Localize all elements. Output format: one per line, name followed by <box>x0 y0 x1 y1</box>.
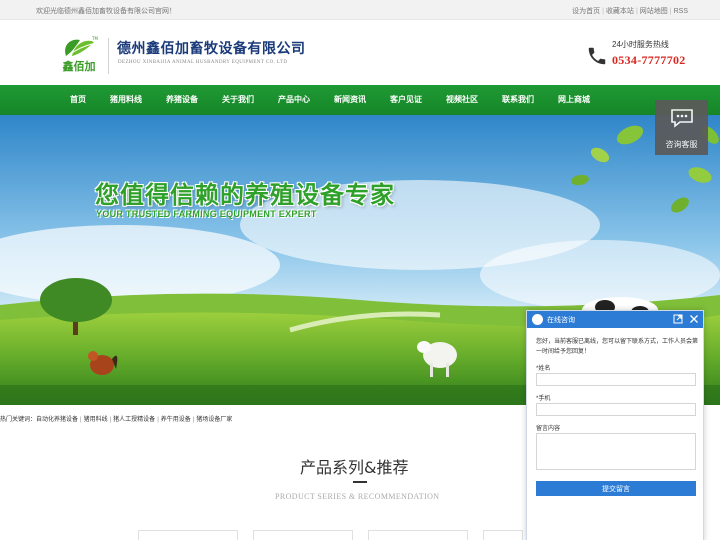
hot-keyword-link[interactable]: 自动化养猪设备 <box>36 417 78 423</box>
expand-icon[interactable] <box>673 314 683 324</box>
company-name-en: DEZHOU XINBAIJIA ANIMAL HUSBANDRY EQUIPM… <box>118 60 288 65</box>
banner-slogan: 您值得信赖的养殖设备专家 <box>95 181 395 209</box>
hot-keyword-link[interactable]: 猪用料线 <box>84 417 108 423</box>
chat-avatar-icon <box>532 314 543 325</box>
hot-keyword-link[interactable]: 养牛用设备 <box>161 417 191 423</box>
company-name: 德州鑫佰加畜牧设备有限公司 <box>117 41 306 57</box>
product-card[interactable] <box>253 530 353 540</box>
nav-about-us[interactable]: 关于我们 <box>214 85 262 115</box>
consult-label: 咨询客服 <box>665 140 698 149</box>
separator: | <box>157 417 159 423</box>
header: TM 鑫佰加 德州鑫佰加畜牧设备有限公司 DEZHOU XINBAIJIA AN… <box>0 20 720 84</box>
main-nav: 首页 猪用料线 养猪设备 关于我们 产品中心 新闻资讯 客户见证 视频社区 联系… <box>0 85 720 115</box>
product-card[interactable] <box>368 530 468 540</box>
phone-label: *手机 <box>536 396 551 402</box>
hot-keywords: 热门关键词：自动化养猪设备 | 猪用料线 | 猪人工授精设备 | 养牛用设备 | 猪场设备厂家 <box>0 414 232 423</box>
product-card[interactable] <box>138 530 238 540</box>
separator: | <box>635 8 638 15</box>
nav-shop[interactable]: 网上商城 <box>550 85 598 115</box>
rss-link[interactable]: RSS <box>674 8 688 15</box>
hot-keywords-label: 热门关键词： <box>0 417 37 423</box>
nav-home[interactable]: 首页 <box>62 85 94 115</box>
chat-header: 在线咨询 <box>527 311 703 328</box>
separator: | <box>192 417 195 423</box>
sitemap-link[interactable]: 网站地图 <box>640 8 668 15</box>
welcome-text: 欢迎光临德州鑫佰加畜牧设备有限公司官网！ <box>36 8 176 15</box>
phone-input[interactable] <box>536 403 696 416</box>
online-chat-widget: 在线咨询 您好，当前客服已离线，您可以留下联系方式，工作人员会第一时间给予您回复… <box>526 310 704 540</box>
chat-bubble-icon <box>671 109 693 128</box>
section-underline <box>353 481 367 483</box>
separator: | <box>109 417 112 423</box>
hotline-number: 0534-7777702 <box>612 53 686 67</box>
nav-news[interactable]: 新闻资讯 <box>326 85 374 115</box>
svg-text:TM: TM <box>91 36 98 41</box>
hotline-label: 24小时服务热线 <box>612 40 669 49</box>
nav-products[interactable]: 产品中心 <box>270 85 318 115</box>
hot-keyword-link[interactable]: 猪人工授精设备 <box>113 417 155 423</box>
nav-video[interactable]: 视频社区 <box>438 85 486 115</box>
name-input[interactable] <box>536 373 696 386</box>
top-links: 设为首页 | 收藏本站 | 网站地图 | RSS <box>572 6 688 16</box>
message-content-label: 留言内容 <box>536 426 561 432</box>
section-title: 产品系列&推荐 <box>300 458 409 477</box>
separator: | <box>602 8 604 15</box>
separator: | <box>80 417 82 423</box>
chat-offline-message: 您好，当前客服已离线，您可以留下联系方式，工作人员会第一时间给予您回复！ <box>536 339 699 355</box>
section-subtitle: PRODUCT SERIES & RECOMMENDATION <box>275 492 440 501</box>
top-bar: 欢迎光临德州鑫佰加畜牧设备有限公司官网！ 设为首页 | 收藏本站 | 网站地图 | RSS <box>0 0 720 20</box>
logo-text: 鑫佰加 <box>62 60 96 73</box>
set-homepage-link[interactable]: 设为首页 <box>572 8 600 15</box>
submit-message-button[interactable]: 提交留言 <box>536 481 696 496</box>
chat-title: 在线咨询 <box>547 317 575 324</box>
consult-service-button[interactable]: 咨询客服 <box>655 100 708 155</box>
hot-keyword-link[interactable]: 猪场设备厂家 <box>196 417 232 423</box>
phone-icon <box>588 47 606 65</box>
bookmark-link[interactable]: 收藏本站 <box>606 8 634 15</box>
nav-pig-feed-line[interactable]: 猪用料线 <box>102 85 150 115</box>
close-icon[interactable] <box>689 314 699 324</box>
message-content-input[interactable] <box>536 433 696 470</box>
banner-slogan-en: YOUR TRUSTED FARMING EQUIPMENT EXPERT <box>96 209 317 219</box>
nav-pig-equipment[interactable]: 养猪设备 <box>158 85 206 115</box>
logo-divider <box>108 38 109 74</box>
name-label: *姓名 <box>536 366 551 372</box>
nav-contact[interactable]: 联系我们 <box>494 85 542 115</box>
separator: | <box>669 8 672 15</box>
product-card[interactable] <box>483 530 523 540</box>
nav-testimonials[interactable]: 客户见证 <box>382 85 430 115</box>
